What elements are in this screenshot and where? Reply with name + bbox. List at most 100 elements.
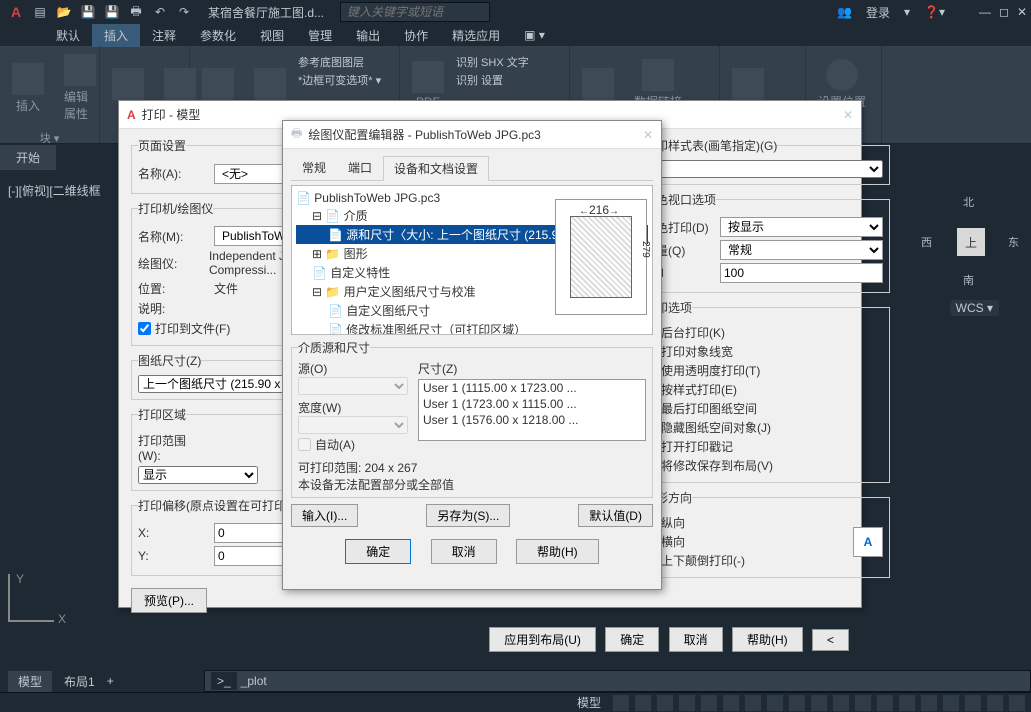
size-item[interactable]: User 1 (1115.00 x 1723.00 ...: [419, 380, 645, 396]
layout1-tab[interactable]: 布局1: [64, 673, 95, 690]
tab-parametric[interactable]: 参数化: [188, 24, 248, 47]
pd-tab-port[interactable]: 端口: [337, 155, 383, 180]
sb-monitor-icon[interactable]: [877, 695, 893, 711]
sb-osnap-icon[interactable]: [701, 695, 717, 711]
apply-layout-button[interactable]: 应用到布局(U): [489, 627, 596, 652]
doc-title: 某宿舍餐厅施工图.d...: [208, 4, 324, 21]
plot-icon[interactable]: 🖶: [128, 4, 144, 20]
sb-annotation-icon[interactable]: [833, 695, 849, 711]
size-list[interactable]: User 1 (1115.00 x 1723.00 ... User 1 (17…: [418, 379, 646, 441]
dpi-input[interactable]: [720, 263, 883, 283]
sb-trans-icon[interactable]: [789, 695, 805, 711]
quality-select[interactable]: 常规: [720, 240, 883, 260]
sb-clean-icon[interactable]: [987, 695, 1003, 711]
sb-lwt-icon[interactable]: [767, 695, 783, 711]
ucs-icon: Y X: [8, 574, 54, 622]
sb-units-icon[interactable]: [899, 695, 915, 711]
close-icon[interactable]: ✕: [1017, 5, 1027, 19]
print-expand-button[interactable]: <: [812, 629, 849, 651]
sb-cycling-icon[interactable]: [811, 695, 827, 711]
tab-expand[interactable]: ▣ ▾: [512, 25, 557, 45]
minimize-icon[interactable]: —: [979, 5, 991, 19]
sb-otrack-icon[interactable]: [745, 695, 761, 711]
media-width-select[interactable]: [298, 416, 408, 434]
command-line[interactable]: >_ _plot: [204, 670, 1031, 692]
sb-polar-icon[interactable]: [679, 695, 695, 711]
shx-recognize[interactable]: 识别 SHX 文字: [456, 54, 529, 70]
plotter-default-button[interactable]: 默认值(D): [578, 504, 653, 527]
frame-options[interactable]: *边框可变选项* ▾: [298, 72, 381, 88]
underlay-layers[interactable]: 参考底图图层: [298, 54, 381, 70]
file-tab-start[interactable]: 开始: [0, 145, 56, 170]
tree-modify[interactable]: 📄 修改标准图纸尺寸（可打印区域）: [296, 320, 648, 335]
signin-icon[interactable]: 👥: [837, 5, 852, 19]
layout-tabs: 模型 布局1 +: [0, 670, 204, 692]
saveas-icon[interactable]: 💾: [104, 4, 120, 20]
autodesk-app-icon[interactable]: ▾: [904, 5, 910, 19]
plotter-dialog-title: 绘图仪配置编辑器 - PublishToWeb JPG.pc3: [308, 126, 541, 143]
plotter-icon: 🖶: [291, 124, 302, 145]
sb-3dosnap-icon[interactable]: [723, 695, 739, 711]
print-help-button[interactable]: 帮助(H): [732, 627, 803, 652]
paper-preview: ←216→ 279: [555, 199, 647, 315]
print-close-icon[interactable]: ✕: [843, 108, 853, 122]
search-input[interactable]: [340, 2, 490, 22]
tab-default[interactable]: 默认: [44, 24, 92, 47]
plotstyle-select[interactable]: 无: [644, 160, 883, 178]
help-icon[interactable]: ❓▾: [924, 5, 945, 19]
viewcube[interactable]: 北 南 西 东 上: [935, 206, 1005, 276]
edit-attr-button[interactable]: 编辑属性: [56, 50, 104, 126]
plot-area-select[interactable]: 显示: [138, 466, 258, 484]
sb-isolate-icon[interactable]: [943, 695, 959, 711]
insert-block-button[interactable]: 插入: [4, 50, 52, 126]
panel-block[interactable]: 块 ▾: [4, 126, 95, 146]
viewcube-top[interactable]: 上: [957, 228, 985, 256]
undo-icon[interactable]: ↶: [152, 4, 168, 20]
size-item[interactable]: User 1 (1576.00 x 1218.00 ...: [419, 412, 645, 428]
sb-hardware-icon[interactable]: [965, 695, 981, 711]
sb-quickprops-icon[interactable]: [921, 695, 937, 711]
plotter-ok-button[interactable]: 确定: [345, 539, 411, 564]
plotter-cancel-button[interactable]: 取消: [431, 539, 497, 564]
recognize-settings[interactable]: 识别 设置: [456, 72, 529, 88]
plot-to-file-check[interactable]: [138, 322, 151, 335]
app-logo: A: [4, 0, 28, 24]
tab-annotate[interactable]: 注释: [140, 24, 188, 47]
wcs-label[interactable]: WCS ▾: [950, 300, 999, 316]
sb-snap-icon[interactable]: [635, 695, 651, 711]
sb-customize-icon[interactable]: [1009, 695, 1025, 711]
sb-workspace-icon[interactable]: [855, 695, 871, 711]
tab-output[interactable]: 输出: [344, 24, 392, 47]
pd-tab-device[interactable]: 设备和文档设置: [383, 156, 489, 181]
media-src-select[interactable]: [298, 377, 408, 395]
plotter-saveas-button[interactable]: 另存为(S)...: [426, 504, 510, 527]
plotter-import-button[interactable]: 输入(I)...: [291, 504, 358, 527]
save-icon[interactable]: 💾: [80, 4, 96, 20]
plotter-close-icon[interactable]: ✕: [643, 128, 653, 142]
size-item[interactable]: User 1 (1723.00 x 1115.00 ...: [419, 396, 645, 412]
shadeplot-select[interactable]: 按显示: [720, 217, 883, 237]
model-tab[interactable]: 模型: [8, 671, 52, 692]
viewport-label[interactable]: [-][俯视][二维线框: [8, 182, 101, 199]
maximize-icon[interactable]: ◻: [999, 5, 1009, 19]
new-icon[interactable]: ▤: [32, 4, 48, 20]
print-ok-button[interactable]: 确定: [605, 627, 659, 652]
open-icon[interactable]: 📂: [56, 4, 72, 20]
media-auto-check[interactable]: [298, 438, 311, 451]
tab-manage[interactable]: 管理: [296, 24, 344, 47]
plotter-config-dialog: 🖶 绘图仪配置编辑器 - PublishToWeb JPG.pc3 ✕ 常规 端…: [282, 120, 662, 590]
pd-tab-general[interactable]: 常规: [291, 155, 337, 180]
plotter-help-button[interactable]: 帮助(H): [516, 539, 599, 564]
tab-collaborate[interactable]: 协作: [392, 24, 440, 47]
tab-featured[interactable]: 精选应用: [440, 24, 512, 47]
add-layout-icon[interactable]: +: [107, 674, 114, 688]
tab-view[interactable]: 视图: [248, 24, 296, 47]
preview-button[interactable]: 预览(P)...: [131, 588, 207, 613]
print-cancel-button[interactable]: 取消: [669, 627, 723, 652]
sb-ortho-icon[interactable]: [657, 695, 673, 711]
tab-insert[interactable]: 插入: [92, 24, 140, 47]
redo-icon[interactable]: ↷: [176, 4, 192, 20]
sb-mode[interactable]: 模型: [571, 693, 607, 712]
login-button[interactable]: 登录: [866, 4, 890, 21]
sb-grid-icon[interactable]: [613, 695, 629, 711]
